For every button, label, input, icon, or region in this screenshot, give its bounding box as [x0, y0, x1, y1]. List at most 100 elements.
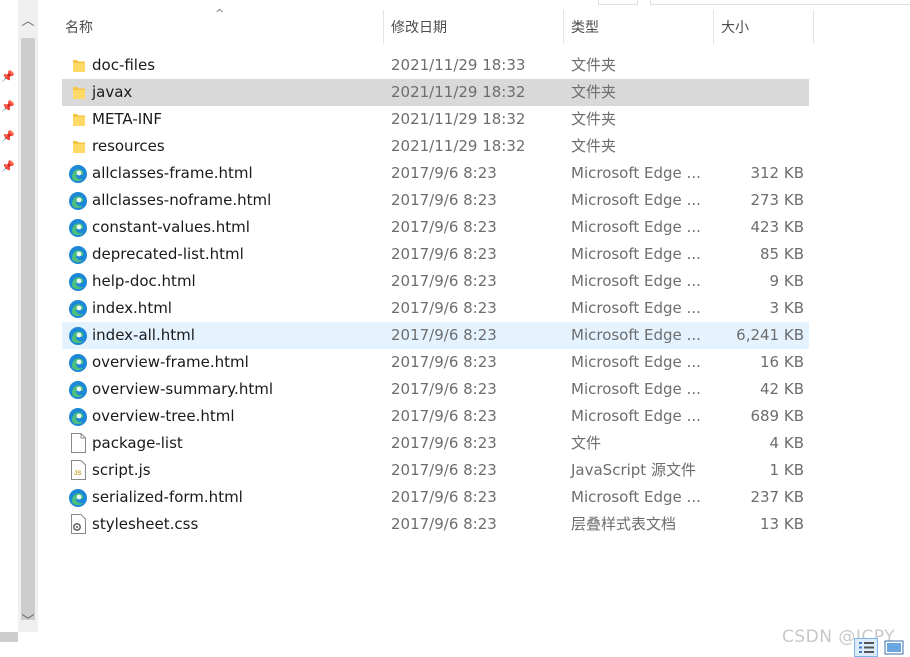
file-name[interactable]: overview-summary.html [92, 376, 273, 403]
file-date: 2021/11/29 18:32 [391, 137, 526, 155]
edge-html-icon [66, 160, 87, 187]
file-row[interactable]: JS script.js 2017/9/6 8:23 JavaScript 源文件 1 … [62, 457, 809, 484]
file-type: Microsoft Edge ... [571, 353, 701, 371]
file-date: 2021/11/29 18:32 [391, 110, 526, 128]
column-divider[interactable] [813, 10, 814, 44]
pin-icon[interactable]: 📌 [1, 100, 15, 114]
file-name[interactable]: overview-frame.html [92, 349, 249, 376]
file-row[interactable]: doc-files 2021/11/29 18:33 文件夹 [62, 52, 809, 79]
edge-html-icon [66, 484, 87, 511]
file-size: 85 KB [760, 245, 804, 263]
file-type: Microsoft Edge ... [571, 191, 701, 209]
file-type: Microsoft Edge ... [571, 380, 701, 398]
file-name[interactable]: stylesheet.css [92, 511, 198, 538]
column-date[interactable]: 修改日期 [381, 10, 561, 44]
file-name[interactable]: help-doc.html [92, 268, 196, 295]
file-name[interactable]: index-all.html [92, 322, 195, 349]
file-name[interactable]: constant-values.html [92, 214, 250, 241]
edge-html-icon [66, 322, 87, 349]
file-name[interactable]: javax [92, 79, 132, 106]
file-date: 2017/9/6 8:23 [391, 164, 497, 182]
file-row[interactable]: index-all.html 2017/9/6 8:23 Microsoft Edg… [62, 322, 809, 349]
file-row[interactable]: overview-tree.html 2017/9/6 8:23 Microsoft… [62, 403, 809, 430]
scrollbar-thumb[interactable] [21, 38, 35, 620]
file-size: 9 KB [769, 272, 804, 290]
file-row[interactable]: index.html 2017/9/6 8:23 Microsoft Edge ..… [62, 295, 809, 322]
file-type: 层叠样式表文档 [571, 515, 677, 533]
file-row[interactable]: META-INF 2021/11/29 18:32 文件夹 [62, 106, 809, 133]
file-name[interactable]: script.js [92, 457, 151, 484]
pin-icon[interactable]: 📌 [1, 130, 15, 144]
file-type: 文件夹 [571, 56, 617, 74]
file-row[interactable]: serialized-form.html 2017/9/6 8:23 Microso… [62, 484, 809, 511]
view-switcher [852, 638, 908, 657]
file-type: Microsoft Edge ... [571, 218, 701, 236]
file-name[interactable]: index.html [92, 295, 172, 322]
column-header: ^ 名称 修改日期 类型 大小 [55, 7, 815, 44]
file-type: 文件 [571, 434, 602, 452]
file-name[interactable]: overview-tree.html [92, 403, 235, 430]
file-name[interactable]: doc-files [92, 52, 155, 79]
file-size: 237 KB [750, 488, 804, 506]
horizontal-scrollbar-thumb[interactable] [0, 632, 18, 642]
file-date: 2017/9/6 8:23 [391, 191, 497, 209]
file-name[interactable]: resources [92, 133, 165, 160]
folder-icon [66, 52, 86, 79]
vertical-scrollbar[interactable]: ︿ ﹀ 📌 📌 📌 📌 [0, 0, 42, 632]
column-size[interactable]: 大小 [711, 10, 811, 44]
file-name[interactable]: META-INF [92, 106, 162, 133]
file-type: Microsoft Edge ... [571, 407, 701, 425]
file-row[interactable]: constant-values.html 2017/9/6 8:23 Microso… [62, 214, 809, 241]
file-size: 423 KB [750, 218, 804, 236]
file-name[interactable]: allclasses-frame.html [92, 160, 253, 187]
file-row[interactable]: overview-frame.html 2017/9/6 8:23 Microsof… [62, 349, 809, 376]
file-name[interactable]: package-list [92, 430, 183, 457]
file-name[interactable]: serialized-form.html [92, 484, 243, 511]
file-size: 273 KB [750, 191, 804, 209]
pin-icon[interactable]: 📌 [1, 160, 15, 174]
file-row[interactable]: help-doc.html 2017/9/6 8:23 Microsoft Edge… [62, 268, 809, 295]
file-row[interactable]: resources 2021/11/29 18:32 文件夹 [62, 133, 809, 160]
file-name[interactable]: allclasses-noframe.html [92, 187, 271, 214]
details-view-icon[interactable] [854, 638, 878, 657]
file-row[interactable]: deprecated-list.html 2017/9/6 8:23 Microso… [62, 241, 809, 268]
file-row[interactable]: overview-summary.html 2017/9/6 8:23 Micros… [62, 376, 809, 403]
file-row[interactable]: allclasses-noframe.html 2017/9/6 8:23 Micr… [62, 187, 809, 214]
file-name[interactable]: deprecated-list.html [92, 241, 244, 268]
file-size: 6,241 KB [736, 326, 804, 344]
file-date: 2017/9/6 8:23 [391, 515, 497, 533]
column-type[interactable]: 类型 [561, 10, 711, 44]
file-type: Microsoft Edge ... [571, 245, 701, 263]
edge-html-icon [66, 295, 87, 322]
file-icon [66, 430, 86, 457]
file-date: 2017/9/6 8:23 [391, 272, 497, 290]
scroll-down-icon[interactable]: ﹀ [18, 612, 38, 632]
file-row[interactable]: javax 2021/11/29 18:32 文件夹 [62, 79, 809, 106]
file-date: 2017/9/6 8:23 [391, 245, 497, 263]
scroll-up-icon[interactable]: ︿ [18, 12, 38, 32]
file-date: 2021/11/29 18:32 [391, 83, 526, 101]
file-size: 4 KB [769, 434, 804, 452]
file-row[interactable]: stylesheet.css 2017/9/6 8:23 层叠样式表文档 13 KB [62, 511, 809, 538]
edge-html-icon [66, 187, 87, 214]
file-row[interactable]: package-list 2017/9/6 8:23 文件 4 KB [62, 430, 809, 457]
large-icons-view-icon[interactable] [882, 638, 906, 657]
file-size: 689 KB [750, 407, 804, 425]
file-row[interactable]: allclasses-frame.html 2017/9/6 8:23 Micros… [62, 160, 809, 187]
file-type: Microsoft Edge ... [571, 299, 701, 317]
edge-html-icon [66, 349, 87, 376]
file-date: 2017/9/6 8:23 [391, 326, 497, 344]
search-box-edge [650, 0, 910, 5]
edge-html-icon [66, 403, 87, 430]
css-file-icon [66, 511, 86, 538]
file-date: 2017/9/6 8:23 [391, 488, 497, 506]
horizontal-scrollbar[interactable] [0, 632, 42, 657]
column-name[interactable]: 名称 [55, 10, 383, 44]
file-type: Microsoft Edge ... [571, 164, 701, 182]
file-size: 13 KB [760, 515, 804, 533]
file-date: 2017/9/6 8:23 [391, 353, 497, 371]
file-type: JavaScript 源文件 [571, 461, 696, 479]
file-type: 文件夹 [571, 110, 617, 128]
file-type: Microsoft Edge ... [571, 326, 701, 344]
pin-icon[interactable]: 📌 [1, 70, 15, 84]
